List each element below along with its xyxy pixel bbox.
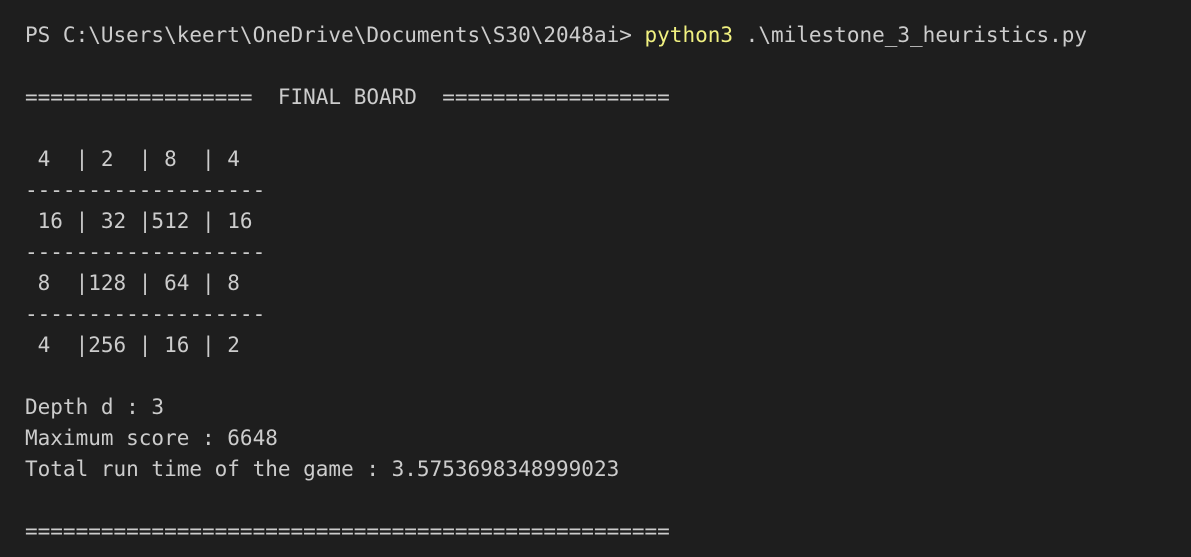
- board-row-2: 16 | 32 |512 | 16: [25, 209, 253, 233]
- board-separator-2: -------------------: [25, 240, 266, 264]
- terminal-window[interactable]: PS C:\Users\keert\OneDrive\Documents\S30…: [0, 0, 1191, 557]
- board-row-4: 4 |256 | 16 | 2: [25, 333, 240, 357]
- command-argument: .\milestone_3_heuristics.py: [733, 23, 1088, 47]
- command-name: python3: [644, 23, 734, 47]
- command-line: PS C:\Users\keert\OneDrive\Documents\S30…: [25, 20, 1191, 51]
- final-board-footer: ========================================…: [25, 519, 670, 543]
- board-row-3: 8 |128 | 64 | 8: [25, 271, 240, 295]
- max-score-line: Maximum score : 6648: [25, 426, 278, 450]
- final-board-header: ================== FINAL BOARD =========…: [25, 85, 670, 109]
- run-time-line: Total run time of the game : 3.575369834…: [25, 457, 620, 481]
- shell-prompt: PS C:\Users\keert\OneDrive\Documents\S30…: [25, 23, 645, 47]
- board-separator-3: -------------------: [25, 302, 266, 326]
- depth-line: Depth d : 3: [25, 395, 165, 419]
- board-row-1: 4 | 2 | 8 | 4: [25, 147, 240, 171]
- board-separator-1: -------------------: [25, 178, 266, 202]
